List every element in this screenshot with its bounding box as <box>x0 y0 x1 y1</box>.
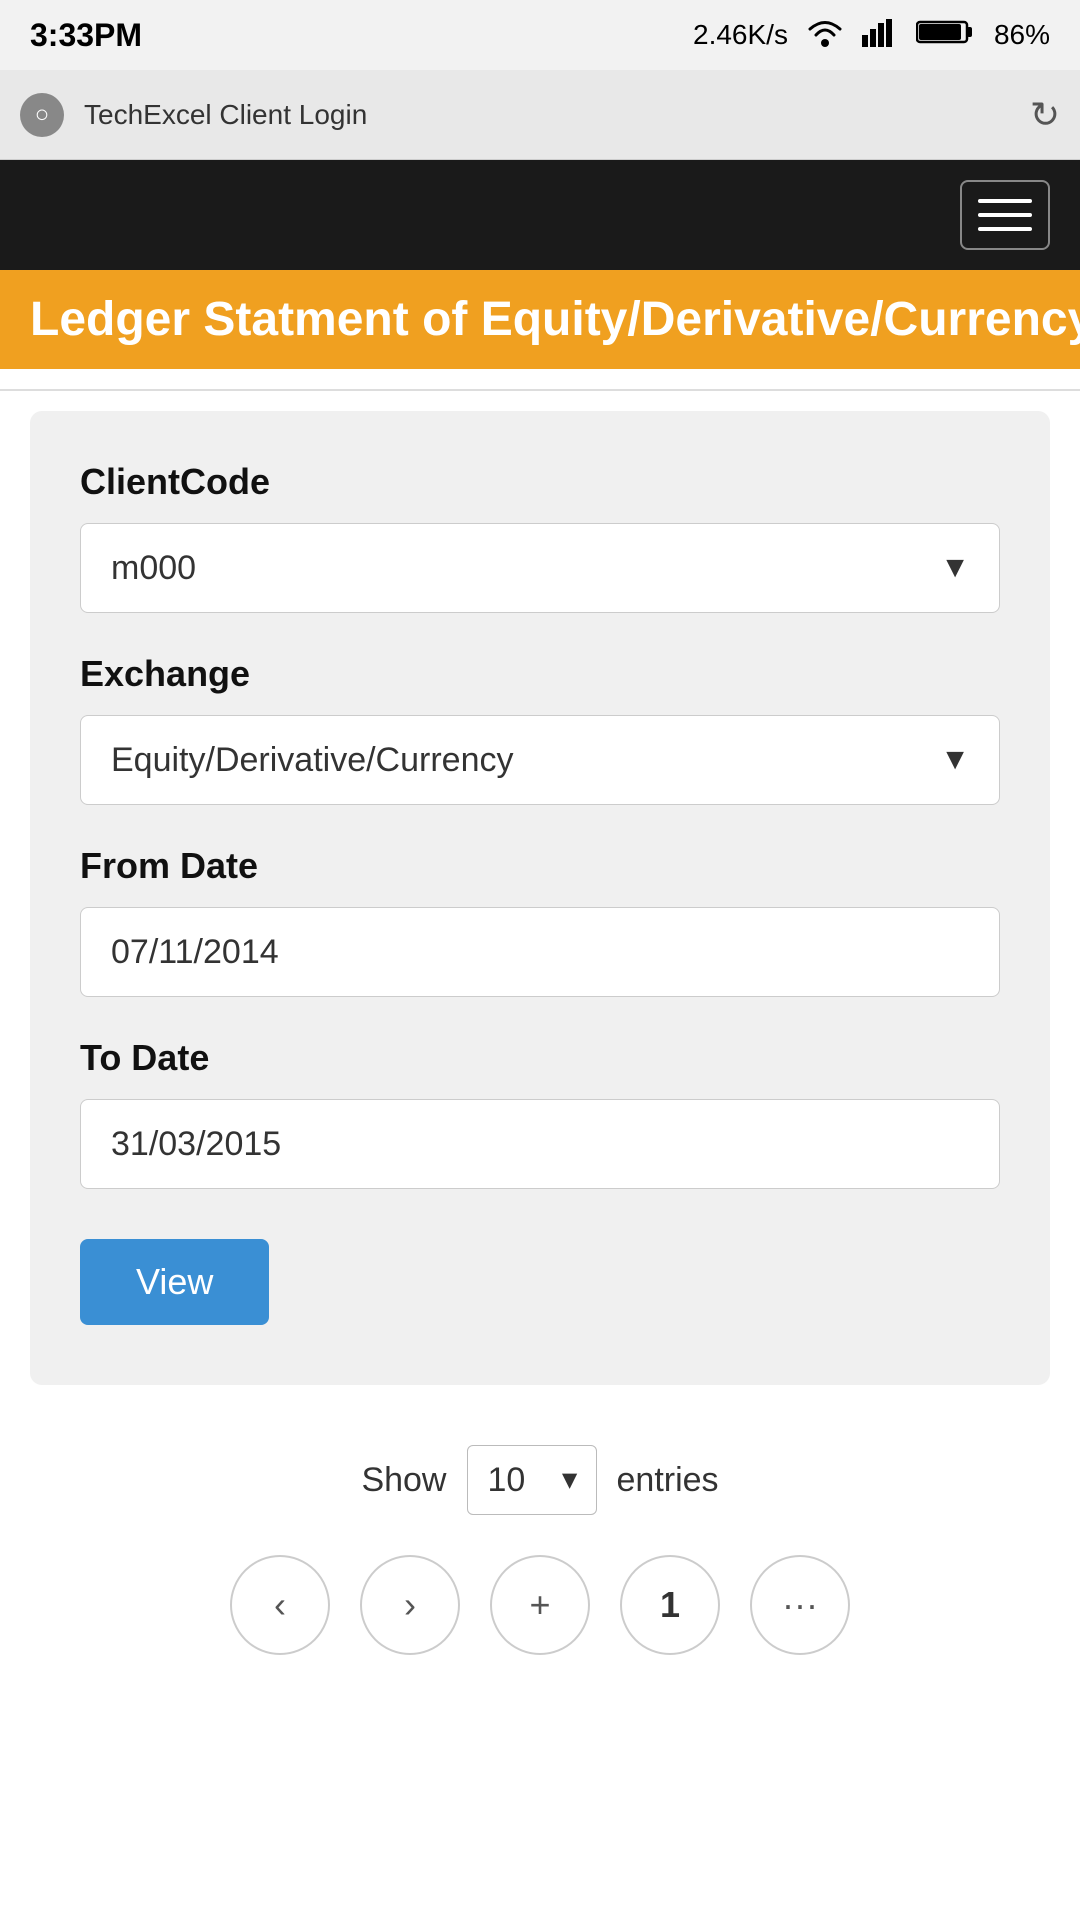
battery-icon <box>916 17 976 54</box>
client-code-group: ClientCode m000 ▼ <box>80 461 1000 613</box>
to-date-label: To Date <box>80 1037 1000 1079</box>
hamburger-line-1 <box>978 199 1032 203</box>
page-banner: Ledger Statment of Equity/Derivative/Cur… <box>0 270 1080 369</box>
show-label: Show <box>361 1461 446 1500</box>
browser-bar: ○ TechExcel Client Login ↻ <box>0 70 1080 160</box>
prev-button[interactable]: ‹ <box>230 1555 330 1655</box>
hamburger-line-3 <box>978 227 1032 231</box>
show-entries-row: Show 10 25 50 100 ▼ entries <box>361 1445 718 1515</box>
from-date-input[interactable] <box>80 907 1000 997</box>
add-button[interactable]: + <box>490 1555 590 1655</box>
from-date-group: From Date <box>80 845 1000 997</box>
page-title: Ledger Statment of Equity/Derivative/Cur… <box>30 292 1050 347</box>
to-date-group: To Date <box>80 1037 1000 1189</box>
status-time: 3:33PM <box>30 17 142 54</box>
client-code-select-wrapper: m000 ▼ <box>80 523 1000 613</box>
view-button[interactable]: View <box>80 1239 269 1325</box>
refresh-icon[interactable]: ↻ <box>1030 94 1060 136</box>
exchange-label: Exchange <box>80 653 1000 695</box>
browser-url[interactable]: TechExcel Client Login <box>84 99 1010 131</box>
entries-select-wrapper: 10 25 50 100 ▼ <box>467 1445 597 1515</box>
page-number-button[interactable]: 1 <box>620 1555 720 1655</box>
hamburger-button[interactable] <box>960 180 1050 250</box>
network-speed: 2.46K/s <box>693 19 788 51</box>
from-date-label: From Date <box>80 845 1000 887</box>
form-card: ClientCode m000 ▼ Exchange Equity/Deriva… <box>30 411 1050 1385</box>
browser-favicon: ○ <box>20 93 64 137</box>
signal-icon <box>862 17 898 54</box>
divider <box>0 389 1080 391</box>
exchange-group: Exchange Equity/Derivative/Currency ▼ <box>80 653 1000 805</box>
next-button[interactable]: › <box>360 1555 460 1655</box>
entries-label: entries <box>617 1461 719 1500</box>
pagination-area: Show 10 25 50 100 ▼ entries ‹ › + 1 ··· <box>0 1405 1080 1685</box>
nav-bar <box>0 160 1080 270</box>
exchange-select[interactable]: Equity/Derivative/Currency <box>80 715 1000 805</box>
client-code-label: ClientCode <box>80 461 1000 503</box>
entries-select[interactable]: 10 25 50 100 <box>467 1445 597 1515</box>
status-icons: 2.46K/s 86% <box>693 17 1050 54</box>
to-date-input[interactable] <box>80 1099 1000 1189</box>
status-bar: 3:33PM 2.46K/s <box>0 0 1080 70</box>
client-code-select[interactable]: m000 <box>80 523 1000 613</box>
exchange-select-wrapper: Equity/Derivative/Currency ▼ <box>80 715 1000 805</box>
pagination-buttons: ‹ › + 1 ··· <box>230 1555 850 1655</box>
more-button[interactable]: ··· <box>750 1555 850 1655</box>
battery-percent: 86% <box>994 19 1050 51</box>
wifi-icon <box>806 17 844 54</box>
hamburger-line-2 <box>978 213 1032 217</box>
